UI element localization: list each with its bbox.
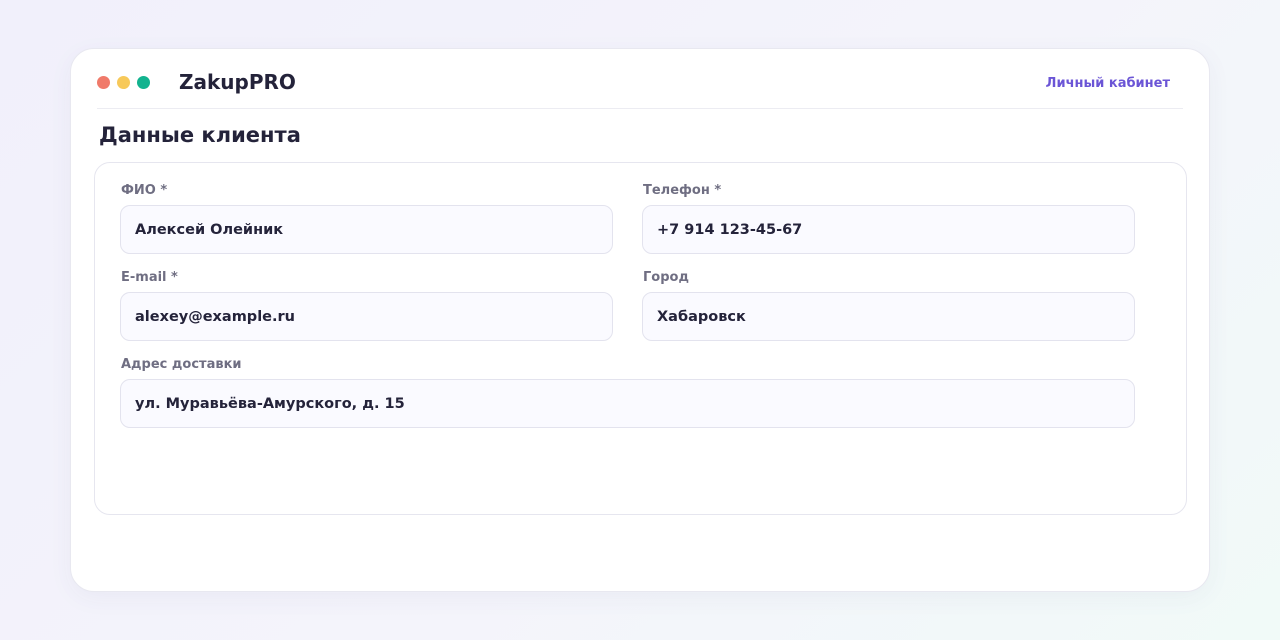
phone-label: Телефон * — [643, 183, 722, 198]
minimize-window-dot[interactable] — [117, 76, 130, 89]
email-label: E-mail * — [121, 270, 178, 285]
email-input[interactable] — [120, 292, 613, 341]
app-title: ZakupPRO — [179, 70, 296, 94]
delivery-address-input[interactable] — [120, 379, 1135, 428]
delivery-address-label: Адрес доставки — [121, 357, 242, 372]
full-name-label: ФИО * — [121, 183, 168, 198]
close-window-dot[interactable] — [97, 76, 110, 89]
app-window: ZakupPRO Личный кабинет Данные клиента Ф… — [70, 48, 1210, 592]
phone-input[interactable] — [642, 205, 1135, 254]
city-label: Город — [643, 270, 689, 285]
full-name-input[interactable] — [120, 205, 613, 254]
client-form-card: ФИО * Телефон * E-mail * Город Адрес дос… — [94, 162, 1187, 515]
city-input[interactable] — [642, 292, 1135, 341]
personal-account-link[interactable]: Личный кабинет — [1046, 76, 1170, 92]
title-bar: ZakupPRO Личный кабинет — [97, 49, 1183, 109]
maximize-window-dot[interactable] — [137, 76, 150, 89]
section-title: Данные клиента — [99, 123, 301, 147]
